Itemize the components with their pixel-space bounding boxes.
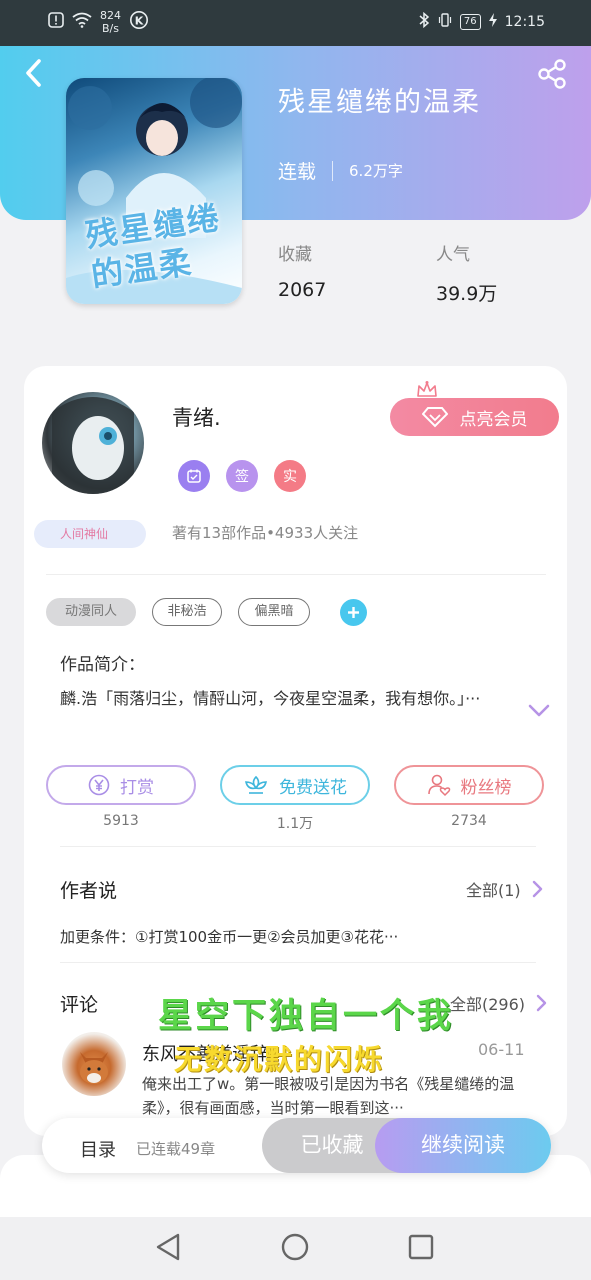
stat-value: 39.9万 (436, 283, 498, 305)
chevron-down-icon (528, 704, 550, 717)
nav-recents-button[interactable] (404, 1230, 438, 1264)
continue-reading-button[interactable]: 继续阅读 (375, 1118, 551, 1173)
svg-text:K: K (135, 14, 144, 27)
net-speed-value: 824 (100, 9, 121, 22)
reward-button[interactable]: 打赏 (46, 765, 196, 805)
tag[interactable]: 非秘浩 (152, 598, 222, 626)
author-stats: 著有13部作品•4933人关注 (172, 524, 359, 542)
chevron-right-icon (532, 880, 542, 898)
chevron-right-icon (536, 994, 547, 1012)
author-badges: 签 实 (178, 460, 306, 492)
author-note[interactable]: 加更条件：①打赏100金币一更②会员加更③花花··· (60, 926, 398, 947)
fan-icon (427, 774, 450, 797)
author-says-all-link[interactable]: 全部(1) (466, 877, 543, 901)
status-bar: 824 B/s K 76 12:15 (0, 0, 591, 46)
vip-button[interactable]: 点亮会员 (390, 398, 559, 436)
commenter-avatar[interactable] (62, 1032, 126, 1096)
word-count: 6.2万字 (349, 162, 403, 180)
stat-label: 人气 (436, 245, 470, 265)
author-name[interactable]: 青绪. (172, 402, 221, 432)
author-title-badge: 人间神仙 (34, 520, 146, 548)
nav-back-button[interactable] (152, 1230, 186, 1264)
chevron-left-icon (26, 59, 41, 87)
author-says-title: 作者说 (60, 880, 118, 902)
flower-count: 1.1万 (276, 816, 314, 832)
fan-ranking-label: 粉丝榜 (460, 777, 512, 798)
wifi-icon (72, 12, 92, 32)
toc-button[interactable]: 目录 (80, 1136, 116, 1162)
reward-label: 打赏 (120, 777, 154, 798)
avatar-art-icon (52, 397, 134, 494)
floating-lyric-line-1: 星空下独自一个我 (158, 996, 454, 1036)
alert-icon (48, 12, 64, 32)
fan-ranking-button[interactable]: 粉丝榜 (394, 765, 544, 805)
bluetooth-icon (418, 11, 430, 32)
share-button[interactable] (536, 58, 568, 90)
sign-icon: 签 (226, 460, 258, 492)
clock: 12:15 (504, 14, 545, 30)
diamond-icon (421, 407, 448, 428)
stat-popularity: 人气 39.9万 (436, 240, 497, 306)
fox-avatar-icon (80, 1052, 108, 1084)
triangle-back-icon (156, 1233, 180, 1261)
stat-label: 收藏 (278, 245, 312, 265)
plus-icon (348, 607, 359, 618)
book-meta: 连载 6.2万字 (278, 157, 403, 184)
divider (60, 962, 536, 963)
author-avatar[interactable] (42, 392, 144, 494)
comments-all-label: 全部(296) (450, 995, 526, 1014)
intro-label: 作品简介： (60, 655, 145, 675)
vibrate-icon (438, 12, 452, 32)
vip-button-label: 点亮会员 (459, 409, 528, 430)
stat-collect: 收藏 2067 (278, 240, 326, 301)
verified-icon: 实 (274, 460, 306, 492)
send-flower-label: 免费送花 (279, 777, 347, 798)
battery-level: 76 (459, 14, 481, 30)
stat-value: 2067 (278, 279, 327, 301)
reward-count: 5913 (103, 813, 139, 829)
tag[interactable]: 偏黑暗 (238, 598, 310, 626)
book-status: 连载 (278, 161, 317, 183)
net-speed: 824 B/s (100, 9, 121, 35)
author-says-all-label: 全部(1) (466, 881, 521, 900)
comment-date: 06-11 (478, 1040, 525, 1059)
divider (46, 574, 546, 575)
floating-lyric-line-2: 无数沉默的闪烁 (174, 1043, 385, 1076)
share-icon (538, 59, 566, 89)
divider (60, 846, 536, 847)
charging-icon (488, 13, 497, 31)
expand-intro-button[interactable] (526, 700, 552, 722)
comments-all-link[interactable]: 全部(296) (450, 991, 547, 1015)
comments-title: 评论 (60, 994, 99, 1016)
k-app-icon: K (129, 10, 149, 34)
flower-icon (244, 775, 268, 794)
add-tag-button[interactable] (340, 599, 367, 626)
chapter-count: 已连载49章 (136, 1140, 216, 1158)
tag[interactable]: 动漫同人 (46, 598, 136, 626)
fan-count: 2734 (451, 813, 487, 829)
square-recents-icon (408, 1234, 434, 1260)
send-flower-button[interactable]: 免费送花 (220, 765, 370, 805)
circle-home-icon (281, 1233, 309, 1261)
nav-home-button[interactable] (278, 1230, 312, 1264)
yen-icon (88, 774, 110, 796)
net-speed-unit: B/s (102, 22, 119, 35)
meta-divider (332, 160, 334, 181)
intro-text[interactable]: 麟.浩「雨落归尘，情酹山河，今夜星空温柔，我有想你。」··· (60, 686, 510, 712)
book-title: 残星缱绻的温柔 (278, 87, 481, 118)
crown-icon (416, 380, 438, 400)
back-button[interactable] (20, 56, 50, 90)
comment-text[interactable]: 俺来出工了w。第一眼被吸引是因为书名《残星缱绻的温柔》，很有画面感，当时第一眼看… (142, 1072, 522, 1120)
book-cover[interactable]: 残星缱绻的温柔 (66, 78, 242, 304)
calendar-icon (178, 460, 210, 492)
